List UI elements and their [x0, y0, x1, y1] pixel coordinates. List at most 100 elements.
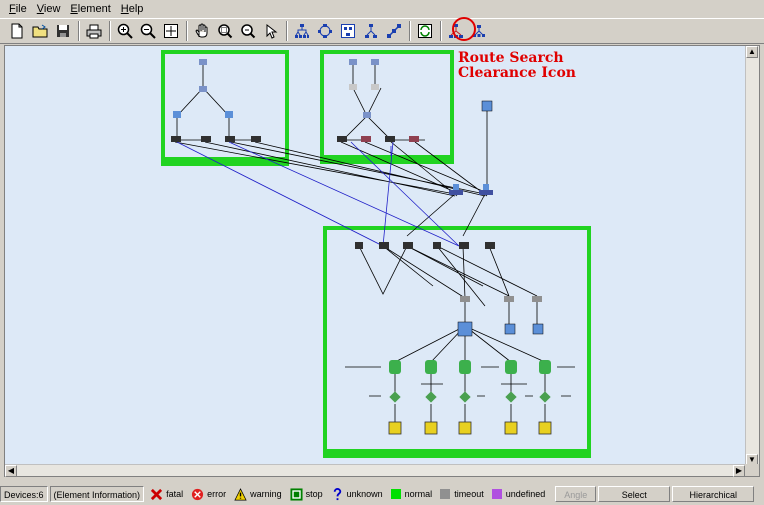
- menu-view[interactable]: View: [32, 0, 66, 18]
- select-pointer-icon: [266, 23, 278, 39]
- device-node[interactable]: [458, 421, 472, 435]
- scroll-left-arrow[interactable]: ◀: [5, 465, 17, 477]
- device-node[interactable]: [199, 59, 207, 65]
- device-node[interactable]: [449, 190, 463, 195]
- device-node[interactable]: [460, 296, 470, 302]
- device-node[interactable]: [538, 421, 552, 435]
- device-node[interactable]: [483, 184, 489, 190]
- device-node[interactable]: [371, 59, 379, 65]
- device-node[interactable]: [225, 136, 235, 142]
- select-mode-button[interactable]: Select: [598, 486, 671, 502]
- horizontal-scrollbar[interactable]: ◀ ▶: [5, 464, 745, 477]
- select-button[interactable]: [260, 20, 282, 42]
- device-node[interactable]: [225, 111, 233, 118]
- fit-window-button[interactable]: [160, 20, 182, 42]
- device-group-1[interactable]: [161, 50, 289, 166]
- menu-element[interactable]: Element: [65, 0, 115, 18]
- normal-swatch: [390, 489, 401, 499]
- device-node[interactable]: [433, 242, 441, 249]
- device-node[interactable]: [539, 360, 551, 374]
- pan-hand-icon: [195, 23, 208, 38]
- device-node[interactable]: [504, 421, 518, 435]
- group-label-bar: [325, 449, 589, 456]
- scroll-up-arrow[interactable]: ▲: [746, 46, 758, 58]
- callout-line-1: Route Search: [458, 50, 564, 66]
- menu-help[interactable]: Help: [116, 0, 149, 18]
- device-node[interactable]: [363, 112, 371, 118]
- network-route-button[interactable]: [445, 20, 467, 42]
- device-node[interactable]: [388, 421, 402, 435]
- print-button[interactable]: [83, 20, 105, 42]
- device-node[interactable]: [349, 59, 357, 65]
- device-node[interactable]: [505, 360, 517, 374]
- legend-timeout: timeout: [440, 489, 484, 499]
- status-bar: Devices:6 (Element Information) fatal er…: [0, 484, 764, 504]
- device-node[interactable]: [459, 360, 471, 374]
- layout-circle-button[interactable]: [314, 20, 336, 42]
- group-label-bar: [322, 155, 452, 162]
- device-node[interactable]: [453, 184, 459, 190]
- device-node[interactable]: [409, 136, 419, 142]
- legend-undefined: undefined: [491, 489, 545, 499]
- device-node[interactable]: [171, 136, 181, 142]
- zoom-area-icon: [218, 24, 233, 39]
- device-node[interactable]: [349, 84, 357, 90]
- device-node[interactable]: [403, 242, 413, 249]
- element-info: (Element Information): [49, 486, 145, 502]
- device-node[interactable]: [479, 190, 493, 195]
- zoom-out-button[interactable]: [137, 20, 159, 42]
- device-node[interactable]: [199, 86, 207, 92]
- device-node[interactable]: [504, 296, 514, 302]
- device-node[interactable]: [355, 242, 363, 249]
- device-node[interactable]: [371, 84, 379, 90]
- device-node[interactable]: [459, 242, 469, 249]
- zoom-in-button[interactable]: [114, 20, 136, 42]
- device-node[interactable]: [504, 323, 516, 335]
- layout-group-button[interactable]: [337, 20, 359, 42]
- device-node[interactable]: [485, 242, 495, 249]
- device-node[interactable]: [425, 360, 437, 374]
- legend-warning: warning: [234, 487, 282, 501]
- device-node[interactable]: [481, 100, 493, 112]
- device-node[interactable]: [457, 321, 473, 337]
- device-node[interactable]: [424, 421, 438, 435]
- timeout-swatch: [440, 489, 451, 499]
- toolbar-separator: [440, 21, 442, 41]
- menu-file[interactable]: File: [4, 0, 32, 18]
- device-node[interactable]: [251, 136, 261, 142]
- route-search-clearance-icon: [473, 25, 485, 37]
- route-search-button[interactable]: [383, 20, 405, 42]
- device-node[interactable]: [379, 242, 389, 249]
- pan-button[interactable]: [191, 20, 213, 42]
- open-button[interactable]: [29, 20, 51, 42]
- layout-tree-button[interactable]: [291, 20, 313, 42]
- scroll-right-arrow[interactable]: ▶: [733, 465, 745, 477]
- device-group-2[interactable]: [320, 50, 454, 164]
- device-node[interactable]: [201, 136, 211, 142]
- device-node[interactable]: [173, 111, 181, 118]
- stop-square-icon: [290, 487, 303, 501]
- zoom-select-button[interactable]: [237, 20, 259, 42]
- zoom-area-button[interactable]: [214, 20, 236, 42]
- zoom-out-icon: [140, 23, 156, 39]
- network-map-canvas[interactable]: [5, 46, 745, 466]
- toolbar-separator: [186, 21, 188, 41]
- device-node[interactable]: [337, 136, 347, 142]
- route-search-icon: [387, 24, 401, 38]
- device-node[interactable]: [532, 323, 544, 335]
- angle-button[interactable]: Angle: [555, 486, 597, 502]
- save-button[interactable]: [52, 20, 74, 42]
- route-search-clearance-button[interactable]: [468, 20, 490, 42]
- vertical-scrollbar[interactable]: ▲ ▼: [745, 46, 759, 466]
- layout-hierarchy-button[interactable]: [360, 20, 382, 42]
- device-node[interactable]: [385, 136, 395, 142]
- refresh-button[interactable]: [414, 20, 436, 42]
- new-button[interactable]: [6, 20, 28, 42]
- device-node[interactable]: [389, 360, 401, 374]
- network-map: [161, 50, 591, 458]
- legend-normal: normal: [390, 489, 432, 499]
- layout-mode-button[interactable]: Hierarchical: [672, 486, 755, 502]
- application-window: File View Element Help ▲ ▼ ◀ ▶ Route Sea…: [0, 0, 764, 505]
- device-node[interactable]: [361, 136, 371, 142]
- device-node[interactable]: [532, 296, 542, 302]
